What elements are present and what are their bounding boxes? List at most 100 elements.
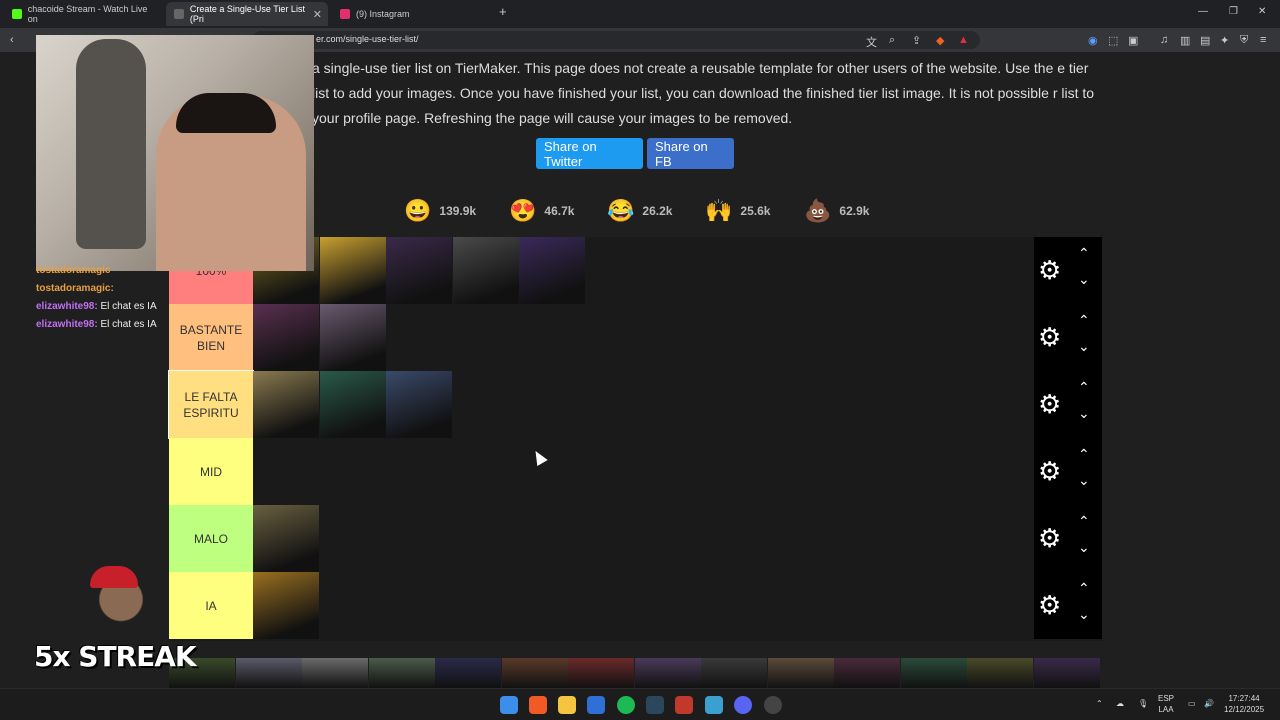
tier-label[interactable]: IA	[169, 572, 253, 639]
unranked-tree-image[interactable]	[501, 658, 568, 688]
reaction-smile[interactable]: 😀 139.9k	[404, 194, 476, 228]
leo-ai-icon[interactable]: ✦	[1220, 34, 1229, 47]
tier-items-dropzone[interactable]	[253, 572, 1035, 639]
start-icon[interactable]	[500, 696, 518, 714]
wallet-icon[interactable]: ▤	[1200, 34, 1210, 47]
tier-items-dropzone[interactable]	[253, 438, 1035, 505]
chevron-down-icon[interactable]: ⌄	[1078, 539, 1090, 556]
gear-icon[interactable]: ⚙	[1038, 322, 1061, 353]
tree-image[interactable]	[253, 572, 319, 639]
file-explorer-icon[interactable]	[558, 696, 576, 714]
back-icon[interactable]: ‹	[10, 34, 14, 46]
unranked-tree-image[interactable]	[701, 658, 767, 688]
translate-icon[interactable]: 文	[866, 34, 877, 50]
unranked-tree-image[interactable]	[302, 658, 368, 688]
discord-icon[interactable]	[734, 696, 752, 714]
unranked-tree-image[interactable]	[368, 658, 435, 688]
tab-kick-stream[interactable]: chacoide Stream - Watch Live on	[4, 2, 164, 26]
share-fb-button[interactable]: Share on FB	[647, 138, 734, 169]
zoom-icon[interactable]: ⌕	[889, 34, 895, 47]
gear-icon[interactable]: ⚙	[1038, 523, 1061, 554]
tree-image[interactable]	[386, 237, 452, 304]
close-window-icon[interactable]: ✕	[1258, 6, 1266, 17]
reaction-love[interactable]: 😍 46.7k	[509, 194, 574, 228]
chevron-up-icon[interactable]: ⌃	[1078, 312, 1090, 329]
steam-icon[interactable]	[646, 696, 664, 714]
tree-image[interactable]	[319, 304, 386, 371]
tree-image[interactable]	[452, 237, 519, 304]
chevron-down-icon[interactable]: ⌄	[1078, 472, 1090, 489]
brave-icon[interactable]	[529, 696, 547, 714]
unranked-tree-image[interactable]	[435, 658, 501, 688]
tier-items-dropzone[interactable]	[253, 505, 1035, 572]
minimize-icon[interactable]: —	[1198, 6, 1208, 17]
brave-rewards-icon[interactable]: ▲	[958, 34, 969, 46]
obs-icon[interactable]	[764, 696, 782, 714]
notepad-icon[interactable]	[705, 696, 723, 714]
voicemeeter-icon[interactable]	[675, 696, 693, 714]
unranked-tree-image[interactable]	[967, 658, 1033, 688]
unranked-tree-image[interactable]	[634, 658, 701, 688]
tier-items-dropzone[interactable]	[253, 237, 1035, 304]
unranked-images-strip[interactable]	[169, 658, 1102, 688]
tab-tiermaker[interactable]: Create a Single-Use Tier List (Pri ✕	[166, 2, 328, 26]
gear-icon[interactable]: ⚙	[1038, 389, 1061, 420]
reaction-raised-hands[interactable]: 🙌 25.6k	[705, 194, 770, 228]
tab-instagram[interactable]: (9) Instagram	[332, 2, 492, 26]
chevron-down-icon[interactable]: ⌄	[1078, 271, 1090, 288]
bing-icon[interactable]	[587, 696, 605, 714]
chevron-down-icon[interactable]: ⌄	[1078, 405, 1090, 422]
unranked-tree-image[interactable]	[235, 658, 302, 688]
reaction-poop[interactable]: 💩 62.9k	[804, 194, 869, 228]
tree-image[interactable]	[253, 371, 319, 438]
volume-icon[interactable]: 🔊	[1204, 698, 1214, 709]
chevron-up-icon[interactable]: ⌃	[1078, 379, 1090, 396]
close-tab-icon[interactable]: ✕	[313, 8, 322, 21]
unranked-tree-image[interactable]	[834, 658, 900, 688]
new-tab-icon[interactable]: +	[499, 4, 507, 19]
speech-icon[interactable]: ◉	[1088, 34, 1098, 47]
tier-items-dropzone[interactable]	[253, 304, 1035, 371]
chevron-up-icon[interactable]: ⌃	[1078, 446, 1090, 463]
tree-image[interactable]	[519, 237, 585, 304]
share-twitter-button[interactable]: Share on Twitter	[536, 138, 643, 169]
reaction-count: 62.9k	[839, 204, 870, 218]
tier-label[interactable]: MID	[169, 438, 253, 505]
screenshot-icon[interactable]: ▣	[1128, 34, 1138, 47]
tier-label[interactable]: LE FALTA ESPIRITU	[168, 370, 254, 439]
menu-icon[interactable]: ≡	[1260, 34, 1266, 46]
display-icon[interactable]: ▭	[1188, 698, 1196, 709]
chevron-down-icon[interactable]: ⌄	[1078, 338, 1090, 355]
tree-image[interactable]	[319, 237, 386, 304]
gear-icon[interactable]: ⚙	[1038, 255, 1061, 286]
reaction-laugh[interactable]: 😂 26.2k	[607, 194, 672, 228]
chevron-up-icon[interactable]: ⌃	[1078, 513, 1090, 530]
mic-icon[interactable]: 🎙	[1138, 698, 1148, 709]
unranked-tree-image[interactable]	[1033, 658, 1100, 688]
extensions-icon[interactable]: ⬚	[1108, 34, 1118, 47]
tree-image[interactable]	[386, 371, 452, 438]
chevron-down-icon[interactable]: ⌄	[1078, 606, 1090, 623]
gear-icon[interactable]: ⚙	[1038, 456, 1061, 487]
gear-icon[interactable]: ⚙	[1038, 590, 1061, 621]
share-icon[interactable]: ⇪	[912, 34, 921, 47]
tray-chevron-icon[interactable]: ⌃	[1096, 698, 1103, 709]
tier-label[interactable]: MALO	[169, 505, 253, 572]
network-icon[interactable]: ☁	[1116, 698, 1124, 709]
sidebar-icon[interactable]: ▥	[1180, 34, 1190, 47]
music-icon[interactable]: ♫	[1160, 34, 1168, 46]
clock[interactable]: 17:27:44 12/12/2025	[1224, 693, 1264, 715]
language-indicator[interactable]: ESP LAA	[1158, 693, 1174, 715]
tree-image[interactable]	[319, 371, 386, 438]
vpn-icon[interactable]: ⛨	[1240, 34, 1248, 47]
unranked-tree-image[interactable]	[568, 658, 634, 688]
spotify-icon[interactable]	[617, 696, 635, 714]
unranked-tree-image[interactable]	[767, 658, 834, 688]
chevron-up-icon[interactable]: ⌃	[1078, 245, 1090, 262]
tree-image[interactable]	[253, 505, 319, 572]
tier-items-dropzone[interactable]	[253, 371, 1035, 438]
chevron-up-icon[interactable]: ⌃	[1078, 580, 1090, 597]
brave-shields-icon[interactable]: ◆	[936, 34, 944, 47]
unranked-tree-image[interactable]	[900, 658, 967, 688]
maximize-icon[interactable]: ❐	[1229, 6, 1238, 17]
